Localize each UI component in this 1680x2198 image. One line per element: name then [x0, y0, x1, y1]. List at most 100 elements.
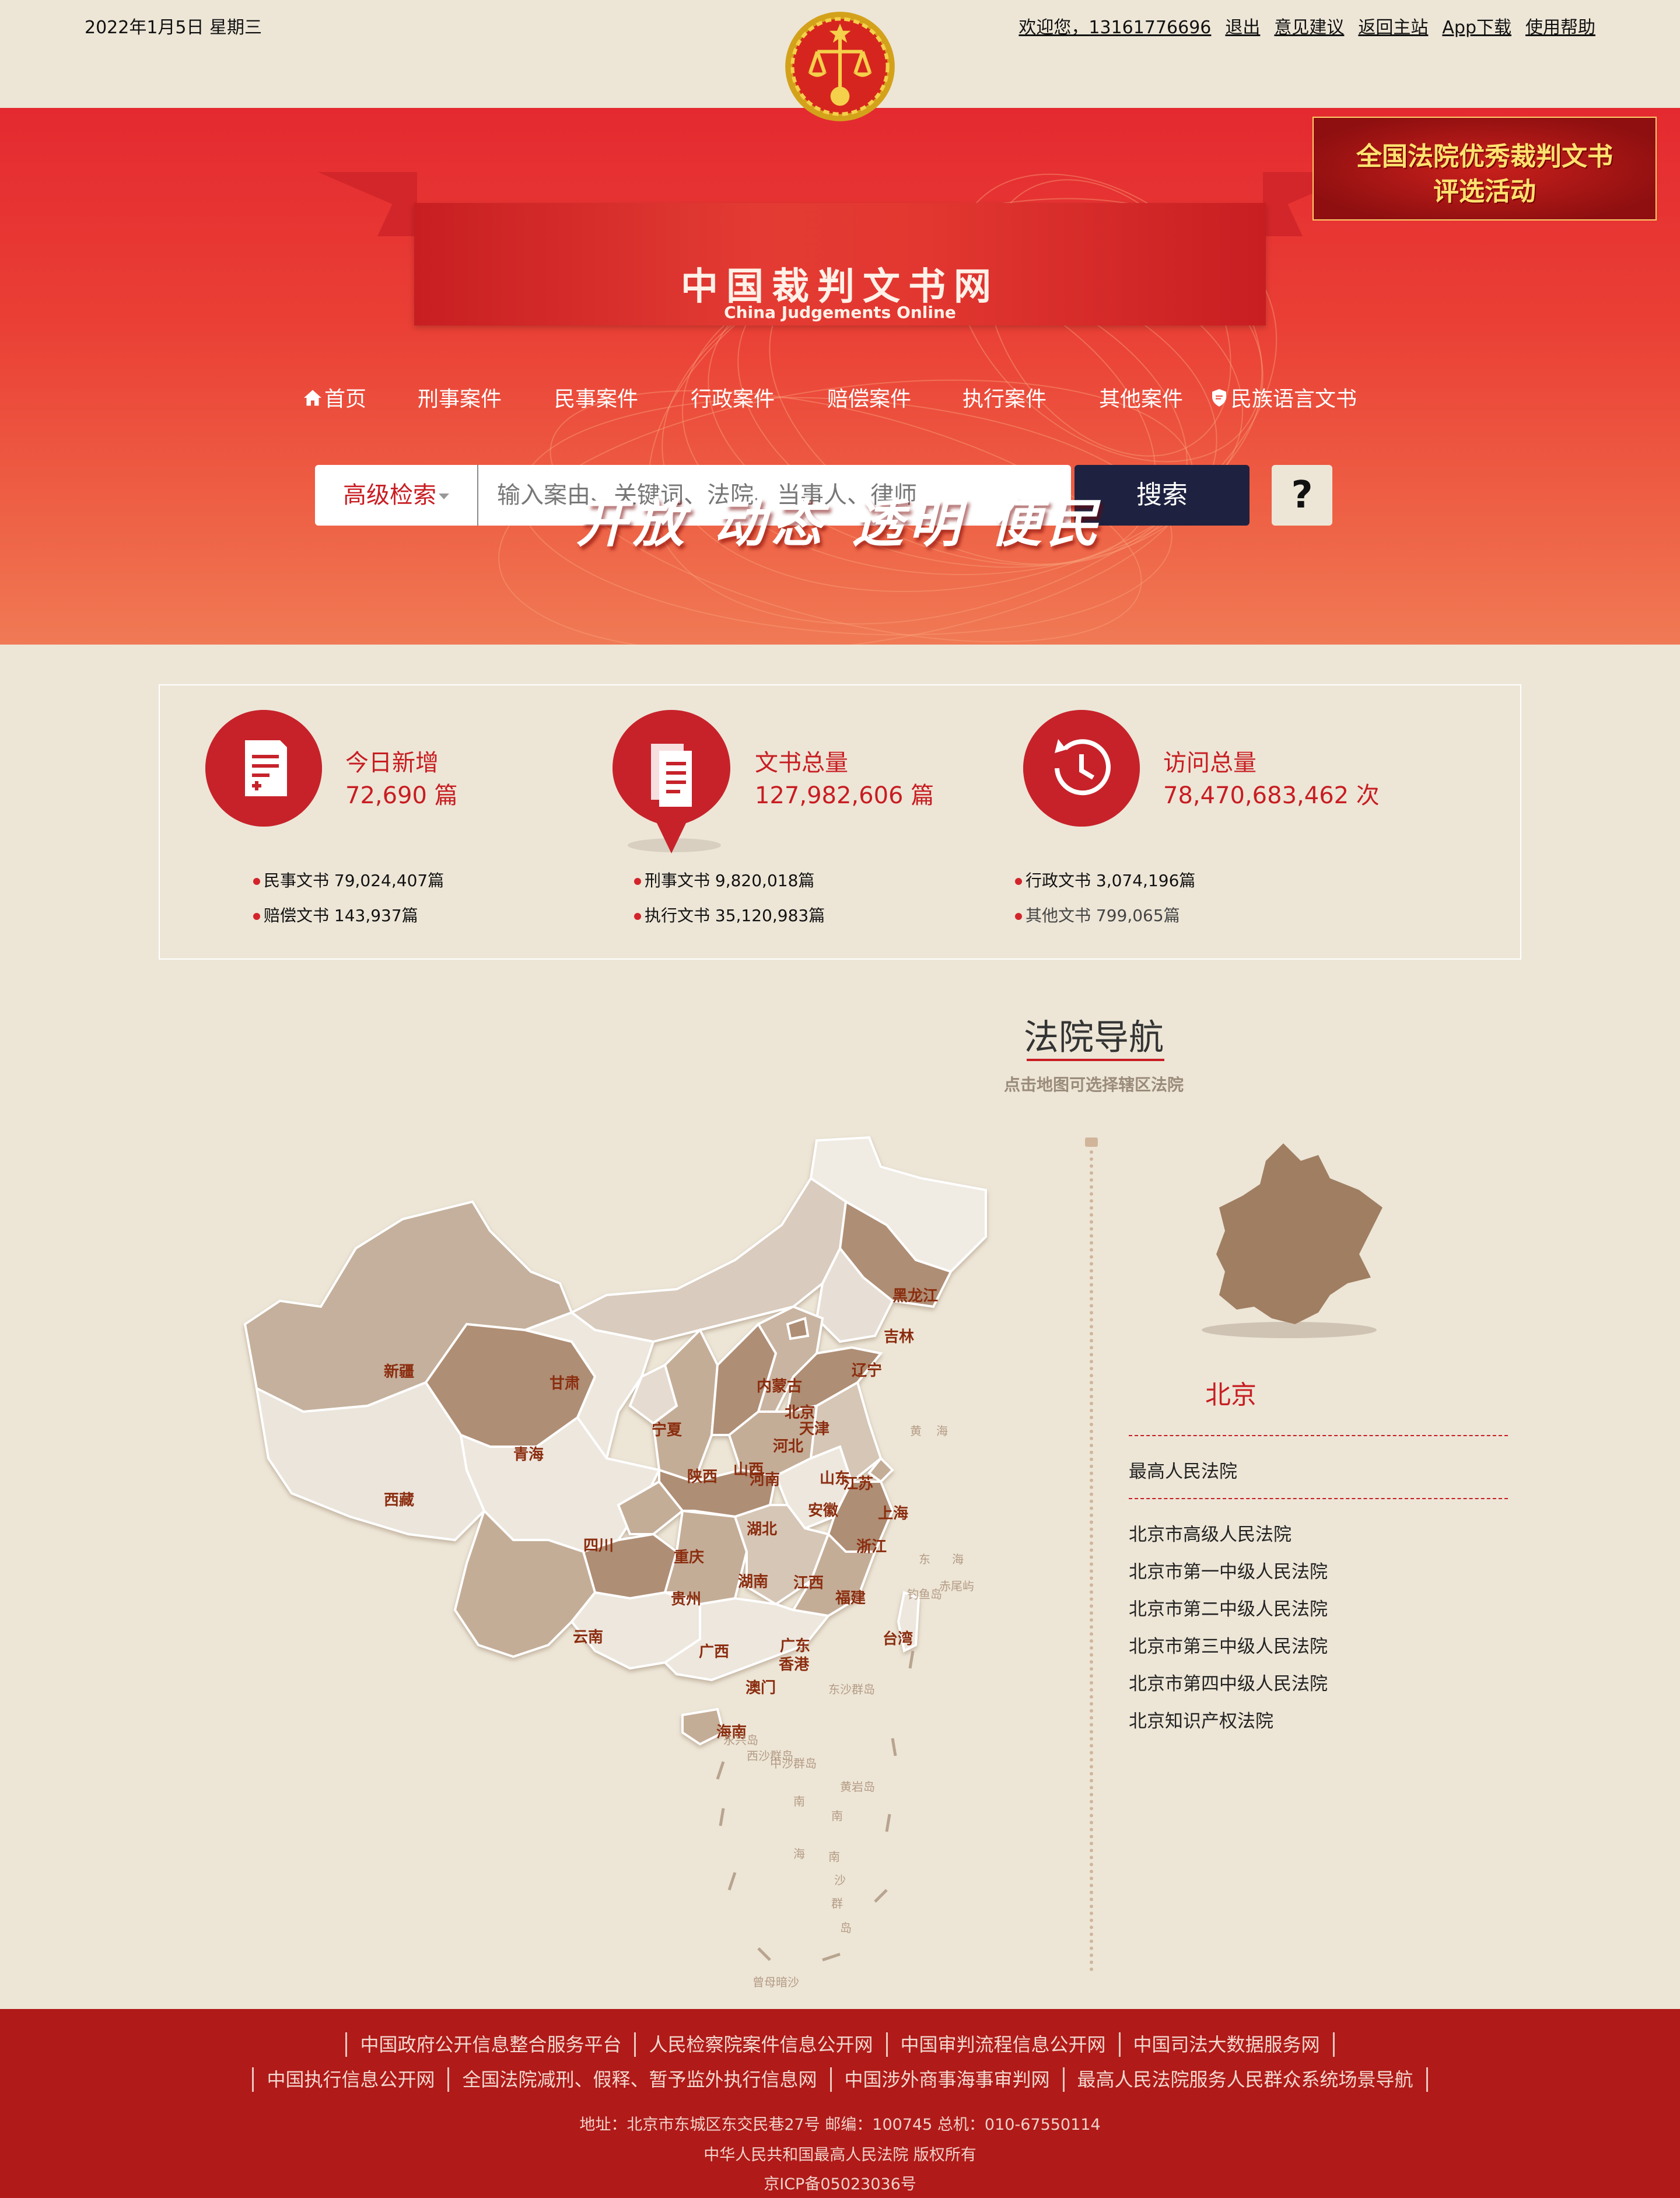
label-beijing: 北京	[785, 1404, 815, 1422]
selected-region-name: 北京	[1205, 1380, 1256, 1410]
svg-text:赤尾屿: 赤尾屿	[939, 1579, 974, 1593]
today-new-title: 今日新增	[345, 750, 439, 776]
footer: 中国政府公开信息整合服务平台 人民检察院案件信息公开网 中国审判流程信息公开网 中国司…	[0, 2009, 1680, 2198]
svg-text:南: 南	[831, 1809, 843, 1823]
total-docs-value: 127,982,606 篇	[755, 782, 935, 809]
label-anhui: 安徽	[808, 1502, 839, 1520]
svg-text:黄: 黄	[910, 1424, 922, 1438]
court-link[interactable]: 北京市高级人民法院	[1129, 1520, 1292, 1546]
label-neimenggu: 内蒙古	[757, 1378, 802, 1395]
label-macau: 澳门	[746, 1679, 776, 1697]
svg-text:曾母暗沙: 曾母暗沙	[752, 1975, 799, 1989]
label-guangxi: 广西	[699, 1643, 729, 1661]
footer-link[interactable]: 中国审判流程信息公开网	[888, 2034, 1119, 2056]
feedback-link[interactable]: 意见建议	[1274, 13, 1344, 38]
nav-home[interactable]: 首页	[302, 382, 366, 412]
label-hubei: 湖北	[747, 1521, 777, 1538]
china-map[interactable]: 黑龙江 吉林 辽宁 内蒙古 北京 天津 河北 山西 山东 新疆 甘肃 宁夏 青海…	[233, 1132, 1015, 2001]
app-download-link[interactable]: App下载	[1442, 13, 1511, 38]
divider-dashed	[1129, 1498, 1508, 1499]
label-ningxia: 宁夏	[652, 1421, 682, 1439]
label-guangdong: 广东	[780, 1637, 810, 1655]
label-hunan: 湖南	[738, 1573, 768, 1591]
nav-civil[interactable]: 民事案件	[554, 382, 638, 412]
user-links: 欢迎您，13161776696 退出 意见建议 返回主站 App下载 使用帮助	[1019, 13, 1595, 38]
label-qinghai: 青海	[513, 1446, 544, 1464]
visit-history-icon	[1023, 710, 1140, 827]
slogan: 开放 动态 透明 便民	[576, 494, 1104, 554]
court-nav-underline	[1027, 1059, 1164, 1061]
label-henan: 河南	[750, 1471, 780, 1489]
label-chongqing: 重庆	[674, 1548, 704, 1566]
court-link[interactable]: 北京市第二中级人民法院	[1129, 1594, 1328, 1620]
svg-text:南: 南	[793, 1794, 805, 1808]
svg-text:岛: 岛	[840, 1921, 852, 1935]
label-jiangxi: 江西	[793, 1574, 824, 1592]
svg-text:海: 海	[936, 1424, 948, 1438]
welcome-user-link[interactable]: 欢迎您，13161776696	[1019, 13, 1211, 38]
administrative-docs-count: 行政文书 3,074,196篇	[1015, 868, 1195, 891]
svg-text:海: 海	[952, 1552, 964, 1566]
court-link[interactable]: 北京知识产权法院	[1129, 1706, 1273, 1732]
other-docs-count: 其他文书 799,065篇	[1015, 903, 1180, 926]
nav-other[interactable]: 其他案件	[1099, 382, 1183, 412]
svg-text:群: 群	[831, 1896, 843, 1910]
label-liaoning: 辽宁	[852, 1362, 882, 1380]
beijing-region-map[interactable]	[1184, 1138, 1394, 1348]
court-link-supreme[interactable]: 最高人民法院	[1129, 1457, 1237, 1483]
label-sichuan: 四川	[583, 1537, 614, 1555]
footer-link[interactable]: 全国法院减刑、假释、暂予监外执行信息网	[449, 2068, 830, 2091]
svg-text:沙: 沙	[834, 1873, 846, 1887]
footer-link[interactable]: 中国执行信息公开网	[254, 2068, 447, 2091]
help-link[interactable]: 使用帮助	[1525, 13, 1595, 38]
label-xinjiang: 新疆	[384, 1363, 414, 1381]
label-jilin: 吉林	[884, 1328, 914, 1346]
main-site-link[interactable]: 返回主站	[1358, 13, 1428, 38]
footer-link[interactable]: 中国涉外商事海事审判网	[832, 2068, 1063, 2091]
svg-text:永兴岛: 永兴岛	[723, 1733, 758, 1747]
svg-text:东: 东	[919, 1552, 930, 1566]
court-link[interactable]: 北京市第一中级人民法院	[1129, 1557, 1328, 1583]
label-jiangsu: 江苏	[843, 1475, 873, 1493]
label-fujian: 福建	[835, 1590, 866, 1607]
svg-text:中沙群岛: 中沙群岛	[770, 1756, 817, 1770]
nav-execution[interactable]: 执行案件	[963, 382, 1046, 412]
footer-links-row-2: 中国执行信息公开网 全国法院减刑、假释、暂予监外执行信息网 中国涉外商事海事审判网最…	[0, 2065, 1680, 2092]
svg-text:东沙群岛: 东沙群岛	[828, 1682, 875, 1696]
visits-value: 78,470,683,462 次	[1163, 782, 1380, 809]
nav-compensation[interactable]: 赔偿案件	[827, 382, 911, 412]
logout-link[interactable]: 退出	[1225, 13, 1260, 38]
promo-banner[interactable]: 全国法院优秀裁判文书 评选活动	[1312, 117, 1657, 220]
main-nav: 首页 刑事案件 民事案件 行政案件 赔偿案件 执行案件 其他案件 民族语言文书	[0, 382, 1680, 417]
label-guizhou: 贵州	[671, 1591, 701, 1608]
footer-address: 地址：北京市东城区东交民巷27号 邮编：100745 总机：010-675501…	[579, 2116, 1101, 2134]
footer-link[interactable]: 中国司法大数据服务网	[1121, 2034, 1333, 2056]
court-emblem-icon	[785, 12, 895, 121]
home-icon	[304, 390, 321, 406]
label-hebei: 河北	[773, 1438, 803, 1455]
label-shanghai: 上海	[878, 1505, 908, 1522]
divider-dashed	[1129, 1435, 1508, 1436]
svg-text:南: 南	[828, 1850, 840, 1864]
footer-link[interactable]: 人民检察院案件信息公开网	[636, 2034, 886, 2056]
nav-administrative[interactable]: 行政案件	[691, 382, 775, 412]
nav-ethnic-language[interactable]: 民族语言文书	[1209, 382, 1357, 412]
total-docs-title: 文书总量	[755, 750, 848, 776]
nav-criminal[interactable]: 刑事案件	[418, 382, 502, 412]
svg-text:海: 海	[793, 1847, 805, 1861]
promo-line-2: 评选活动	[1433, 177, 1536, 206]
footer-link[interactable]: 最高人民法院服务人民群众系统场景导航	[1065, 2068, 1426, 2091]
vertical-divider	[1090, 1143, 1093, 1972]
footer-icp: 京ICP备05023036号	[764, 2175, 916, 2193]
label-gansu: 甘肃	[550, 1375, 580, 1392]
label-hongkong: 香港	[779, 1656, 810, 1674]
footer-link[interactable]: 中国政府公开信息整合服务平台	[347, 2034, 634, 2056]
compensation-docs-count: 赔偿文书 143,937篇	[253, 903, 418, 926]
court-link[interactable]: 北京市第四中级人民法院	[1129, 1669, 1328, 1695]
label-yunnan: 云南	[573, 1629, 603, 1646]
label-taiwan: 台湾	[883, 1630, 913, 1648]
stats-panel: 今日新增 72,690 篇 文书总量 127,982,606 篇 访问总量 78…	[159, 684, 1521, 960]
court-link[interactable]: 北京市第三中级人民法院	[1129, 1632, 1328, 1658]
court-nav-subtitle: 点击地图可选择辖区法院	[1003, 1075, 1184, 1094]
current-date: 2022年1月5日 星期三	[85, 18, 262, 38]
